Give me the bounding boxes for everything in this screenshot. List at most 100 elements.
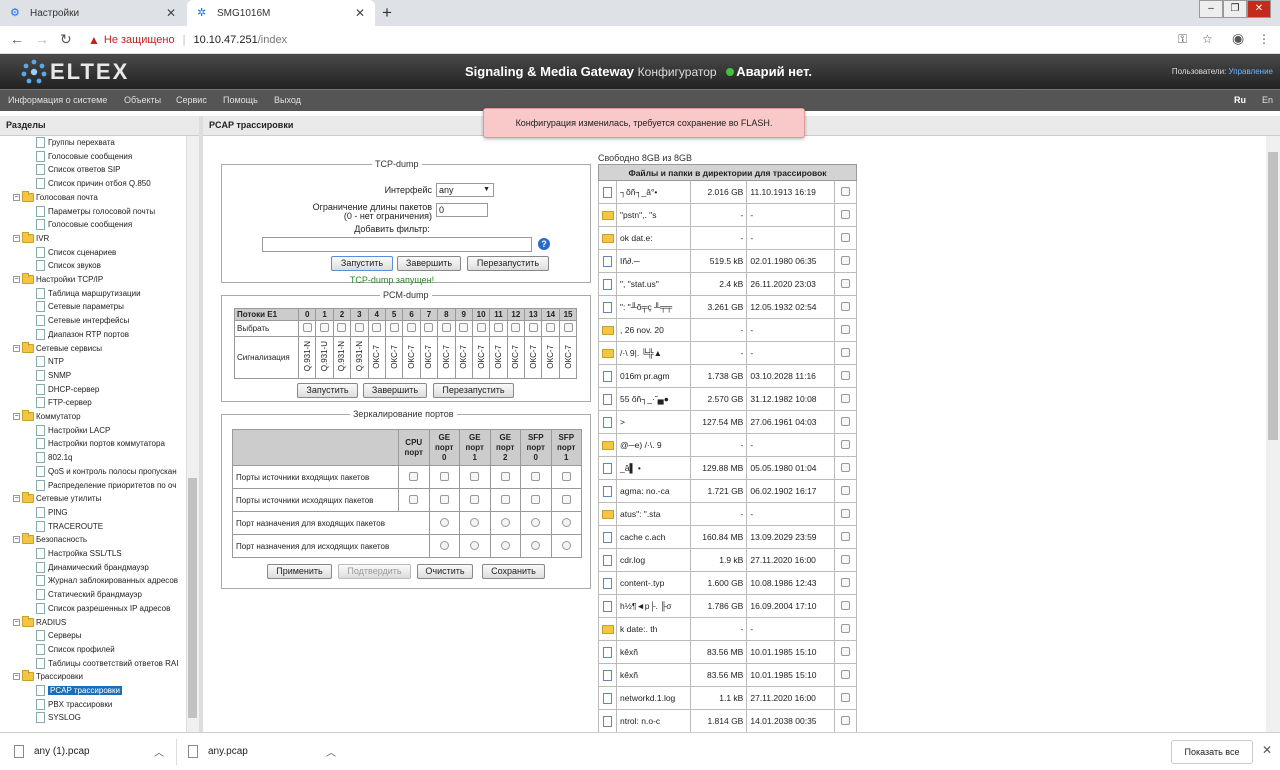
file-name[interactable]: , 26 nov. 20 [615,318,692,342]
file-row[interactable]: _â▌ • 129.88 MB 05.05.1980 01:04 [598,456,857,480]
tcpdump-start-button[interactable]: Запустить [331,256,393,271]
stream-checkbox[interactable] [354,323,364,332]
file-row[interactable]: ", "stat.us" 2.4 kB 26.11.2020 23:03 [598,272,857,296]
file-name[interactable]: networkd.1.log [615,686,692,710]
file-checkbox[interactable] [841,393,850,403]
file-checkbox[interactable] [841,715,850,725]
file-checkbox[interactable] [841,347,850,357]
file-name[interactable]: ntrol: n.o-c [615,709,692,733]
mirror-checkbox[interactable] [531,471,541,481]
clear-button[interactable]: Очистить [417,564,473,579]
file-checkbox[interactable] [841,462,850,472]
tree-item[interactable]: Список звуков [36,259,101,272]
tree-item[interactable]: Журнал заблокированных адресов [36,574,178,587]
file-row[interactable]: kêxñ 83.56 MB 10.01.1985 15:10 [598,640,857,664]
mirror-radio[interactable] [500,517,510,527]
file-name[interactable]: agma: no.-ca [615,479,692,503]
file-row[interactable]: content-.typ 1.600 GB 10.08.1986 12:43 [598,571,857,595]
file-checkbox[interactable] [841,623,850,633]
apply-button[interactable]: Применить [267,564,332,579]
file-name[interactable]: 016m pr.agm [615,364,692,388]
filter-input[interactable] [262,237,532,252]
tree-item[interactable]: Диапазон RTP портов [36,328,129,341]
mirror-checkbox[interactable] [470,494,480,504]
collapse-icon[interactable]: − [13,495,20,503]
file-row[interactable]: networkd.1.log 1.1 kB 27.11.2020 16:00 [598,686,857,710]
close-icon[interactable]: ✕ [1262,743,1272,757]
tree-folder[interactable]: − Безопасность [13,533,87,546]
reload-icon[interactable]: ↻ [60,31,72,48]
close-window-icon[interactable]: ✕ [1247,0,1271,18]
file-name[interactable]: /·\ 9|. ╚╬▲ [615,341,692,365]
file-checkbox[interactable] [841,324,850,334]
limit-input[interactable]: 0 [436,203,488,217]
file-row[interactable]: k date:. th - - [598,617,857,641]
tree-item[interactable]: NTP [36,355,64,368]
file-checkbox[interactable] [841,416,850,426]
tree-item[interactable]: Настройка SSL/TLS [36,547,122,560]
tree-item[interactable]: Сетевые параметры [36,300,124,313]
file-name[interactable]: > [615,410,692,434]
file-checkbox[interactable] [841,646,850,656]
file-row[interactable]: "pstn",. "s - - [598,203,857,227]
mirror-checkbox[interactable] [439,471,449,481]
file-row[interactable]: @─e) /·\. 9-- [598,433,857,457]
file-row[interactable]: cache c.ach 160.84 MB 13.09.2029 23:59 [598,525,857,549]
chevron-up-icon[interactable]: ︿ [326,744,336,759]
menu-objects[interactable]: Объекты [124,95,161,105]
file-checkbox[interactable] [841,554,850,564]
tree-item[interactable]: Голосовые сообщения [36,218,132,231]
tree-folder[interactable]: − Сетевые утилиты [13,492,101,505]
tree-item[interactable]: Список ответов SIP [36,163,121,176]
tree-item[interactable]: 802.1q [36,451,72,464]
file-row[interactable]: kêxñ 83.56 MB 10.01.1985 15:10 [598,663,857,687]
mirror-radio[interactable] [470,540,480,550]
stream-checkbox[interactable] [476,323,486,332]
file-row[interactable]: ": "╨õ╤ç ╨╤╤ 3.261 GB 12.05.1932 02:54 [598,295,857,319]
key-icon[interactable]: ⚿ [1178,32,1187,47]
file-name[interactable]: Iñ∂.─ [615,249,692,273]
file-checkbox[interactable] [841,255,850,265]
file-checkbox[interactable] [841,278,850,288]
tree-item[interactable]: SNMP [36,369,71,382]
show-all-button[interactable]: Показать все [1171,740,1253,764]
download-item[interactable]: any (1).pcap ︿ [14,733,174,770]
stream-checkbox[interactable] [320,323,330,332]
stream-checkbox[interactable] [441,323,451,332]
file-name[interactable]: cdr.log [615,548,692,572]
file-row[interactable]: /·\ 9|. ╚╬▲ - - [598,341,857,365]
file-row[interactable]: 016m pr.agm 1.738 GB 03.10.2028 11:16 [598,364,857,388]
tree-folder[interactable]: − Сетевые сервисы [13,341,102,355]
collapse-icon[interactable]: − [13,234,20,242]
url-field[interactable]: ▲ Не защищено | 10.10.47.251 /index [88,30,1178,50]
tree-folder[interactable]: − Настройки TCP/IP [13,273,103,286]
file-row[interactable]: cdr.log 1.9 kB 27.11.2020 16:00 [598,548,857,572]
menu-system-info[interactable]: Информация о системе [8,95,107,105]
file-name[interactable]: content-.typ [615,571,692,595]
tree-folder[interactable]: − Голосовая почта [13,190,98,204]
file-checkbox[interactable] [841,301,850,311]
mirror-radio[interactable] [470,517,480,527]
tcpdump-restart-button[interactable]: Перезапустить [467,256,549,271]
collapse-icon[interactable]: − [13,673,20,681]
collapse-icon[interactable]: − [13,276,20,283]
mirror-checkbox[interactable] [439,494,449,504]
file-checkbox[interactable] [841,232,850,242]
file-checkbox[interactable] [841,692,850,702]
file-name[interactable]: atus": ".sta [615,502,692,526]
file-checkbox[interactable] [841,209,850,219]
menu-help[interactable]: Помощь [223,95,258,105]
tree-item[interactable]: Таблица маршрутизации [36,287,141,300]
menu-exit[interactable]: Выход [274,95,301,105]
file-name[interactable]: 55 õñ┐_·˜▄● [615,387,692,411]
file-row[interactable]: Iñ∂.─ 519.5 kB 02.01.1980 06:35 [598,249,857,273]
file-name[interactable]: @─e) /·\. 9 [615,433,692,457]
tree-item[interactable]: TRACEROUTE [36,520,103,533]
file-name[interactable]: "pstn",. "s [615,203,692,227]
file-row[interactable]: ntrol: n.o-c 1.814 GB 14.01.2038 00:35 [598,709,857,733]
star-icon[interactable]: ☆ [1202,32,1213,46]
file-name[interactable]: kêxñ [615,663,692,687]
chevron-up-icon[interactable]: ︿ [154,744,164,759]
file-checkbox[interactable] [841,370,850,380]
file-checkbox[interactable] [841,508,850,518]
